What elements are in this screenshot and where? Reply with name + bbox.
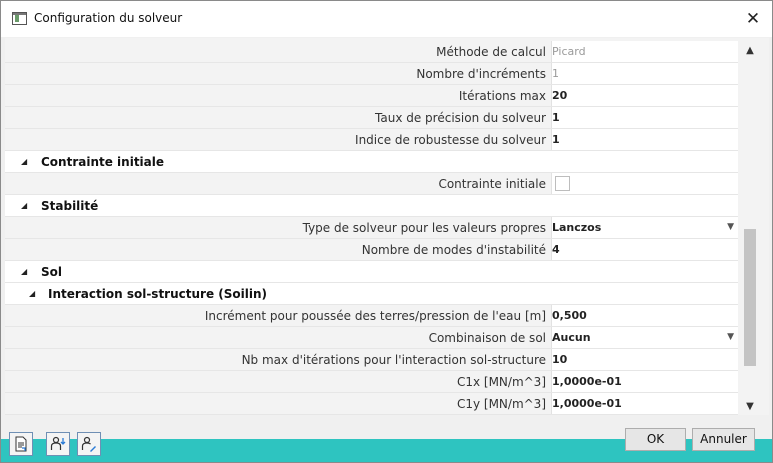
- user-edit-icon: [81, 436, 96, 452]
- document-icon: [15, 436, 27, 452]
- close-icon: ✕: [745, 9, 761, 29]
- solver-config-dialog: Configuration du solveur ✕ Méthode de ca…: [0, 0, 773, 463]
- property-row-precision: Taux de précision du solveur 1: [5, 107, 738, 129]
- property-value-c1y[interactable]: 1,0000e-01: [551, 393, 738, 414]
- property-label: Type de solveur pour les valeurs propres: [302, 221, 546, 235]
- collapse-triangle-icon[interactable]: ◢: [21, 261, 27, 283]
- property-row-c1x: C1x [MN/m^3] 1,0000e-01: [5, 371, 738, 393]
- scroll-down-icon[interactable]: ▼: [742, 398, 758, 414]
- group-header-sol[interactable]: ◢ Sol: [5, 261, 738, 283]
- user-load-button[interactable]: [46, 432, 70, 456]
- property-value-robustesse[interactable]: 1: [551, 129, 738, 150]
- collapse-triangle-icon[interactable]: ◢: [21, 151, 27, 173]
- select-value: Lanczos: [552, 221, 602, 234]
- property-row-iterations: Itérations max 20: [5, 85, 738, 107]
- user-download-icon: [50, 436, 66, 450]
- property-label: Incrément pour poussée des terres/pressi…: [204, 309, 546, 323]
- window-title: Configuration du solveur: [34, 11, 183, 25]
- document-settings-button[interactable]: [9, 432, 33, 456]
- property-grid: Méthode de calcul Picard Nombre d'incrém…: [5, 38, 769, 415]
- property-label: Taux de précision du solveur: [375, 111, 546, 125]
- chevron-down-icon[interactable]: ▼: [727, 327, 734, 348]
- property-label: Nombre de modes d'instabilité: [361, 243, 546, 257]
- ok-button[interactable]: OK: [625, 428, 686, 451]
- user-edit-button[interactable]: [77, 432, 101, 456]
- group-title: Contrainte initiale: [41, 155, 165, 169]
- property-row-increments: Nombre d'incréments 1: [5, 63, 738, 85]
- property-label: C1y [MN/m^3]: [456, 397, 546, 411]
- vertical-scrollbar[interactable]: ▲ ▼: [742, 42, 758, 414]
- property-row-nb-iterations: Nb max d'itérations pour l'interaction s…: [5, 349, 738, 371]
- select-value: Aucun: [552, 331, 591, 344]
- collapse-triangle-icon[interactable]: ◢: [21, 195, 27, 217]
- property-row-solveur-type: Type de solveur pour les valeurs propres…: [5, 217, 738, 239]
- group-header-soilin[interactable]: ◢ Interaction sol-structure (Soilin): [5, 283, 738, 305]
- chevron-down-icon[interactable]: ▼: [727, 217, 734, 238]
- property-value-precision[interactable]: 1: [551, 107, 738, 128]
- group-title: Interaction sol-structure (Soilin): [48, 287, 268, 301]
- dialog-footer: OK Annuler: [1, 426, 772, 462]
- property-label: Contrainte initiale: [438, 177, 546, 191]
- property-row-modes: Nombre de modes d'instabilité 4: [5, 239, 738, 261]
- property-label: Nb max d'itérations pour l'interaction s…: [241, 353, 546, 367]
- property-row-methode: Méthode de calcul Picard: [5, 41, 738, 63]
- title-bar: Configuration du solveur ✕: [1, 1, 772, 37]
- close-button[interactable]: ✕: [740, 6, 766, 32]
- scroll-up-icon[interactable]: ▲: [742, 42, 758, 58]
- property-row-increment-poussee: Incrément pour poussée des terres/pressi…: [5, 305, 738, 327]
- property-row-c1y: C1y [MN/m^3] 1,0000e-01: [5, 393, 738, 415]
- collapse-triangle-icon[interactable]: ◢: [29, 283, 35, 305]
- property-label: Indice de robustesse du solveur: [355, 133, 546, 147]
- cancel-button[interactable]: Annuler: [692, 428, 755, 451]
- property-value-increment-poussee[interactable]: 0,500: [551, 305, 738, 326]
- property-label: Itérations max: [458, 89, 546, 103]
- property-value-iterations[interactable]: 20: [551, 85, 738, 106]
- group-title: Sol: [41, 265, 62, 279]
- property-value-contrainte: [551, 173, 738, 194]
- property-label: Méthode de calcul: [436, 45, 546, 59]
- property-value-c1x[interactable]: 1,0000e-01: [551, 371, 738, 392]
- property-row-combinaison: Combinaison de sol Aucun ▼: [5, 327, 738, 349]
- property-label: Combinaison de sol: [428, 331, 546, 345]
- property-value-methode: Picard: [551, 41, 738, 62]
- property-value-modes[interactable]: 4: [551, 239, 738, 260]
- group-title: Stabilité: [41, 199, 99, 213]
- property-row-robustesse: Indice de robustesse du solveur 1: [5, 129, 738, 151]
- property-row-contrainte: Contrainte initiale: [5, 173, 738, 195]
- scrollbar-thumb[interactable]: [744, 229, 756, 366]
- app-window-icon: [12, 12, 27, 25]
- property-label: Nombre d'incréments: [416, 67, 546, 81]
- solveur-type-select[interactable]: Lanczos ▼: [551, 217, 738, 238]
- combinaison-select[interactable]: Aucun ▼: [551, 327, 738, 348]
- property-label: C1x [MN/m^3]: [456, 375, 546, 389]
- group-header-stabilite[interactable]: ◢ Stabilité: [5, 195, 738, 217]
- property-value-nb-iterations[interactable]: 10: [551, 349, 738, 370]
- property-value-increments: 1: [551, 63, 738, 84]
- contrainte-checkbox[interactable]: [555, 176, 570, 191]
- group-header-contrainte[interactable]: ◢ Contrainte initiale: [5, 151, 738, 173]
